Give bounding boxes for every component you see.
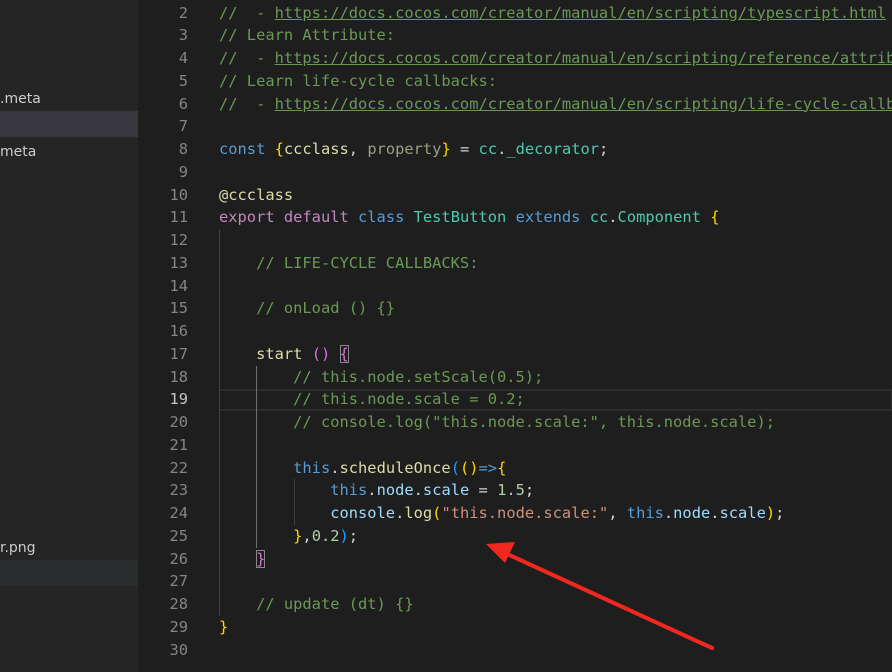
red-arrow-annotation <box>486 542 714 650</box>
